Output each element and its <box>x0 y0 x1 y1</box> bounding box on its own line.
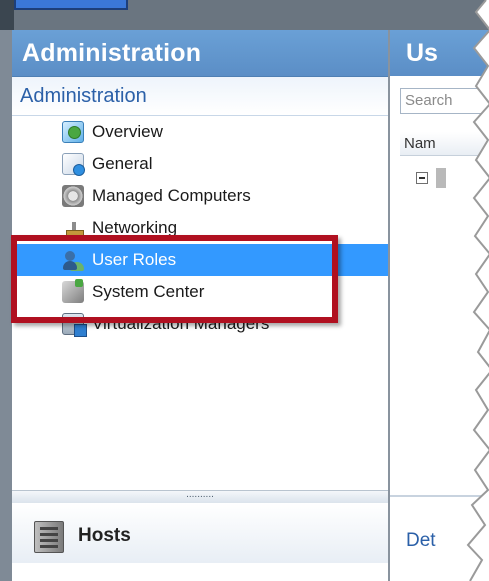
nav-item-virtualization-managers[interactable]: Virtualization Managers <box>12 308 388 340</box>
nav-item-user-roles[interactable]: User Roles <box>12 244 388 276</box>
nav-item-label: General <box>92 154 153 173</box>
nav-item-networking[interactable]: Networking <box>12 212 388 244</box>
general-settings-icon <box>62 153 85 176</box>
nav-item-general[interactable]: General <box>12 148 388 180</box>
nav-item-label: Managed Computers <box>92 186 251 205</box>
nav-item-label: System Center <box>92 282 205 301</box>
managed-computers-icon <box>62 185 84 207</box>
nav-item-managed-computers[interactable]: Managed Computers <box>12 180 388 212</box>
nav-item-label: User Roles <box>92 250 177 269</box>
ribbon-tab-stub[interactable] <box>14 0 128 10</box>
overview-icon <box>62 121 84 143</box>
window-left-frame <box>0 30 12 581</box>
virtualization-managers-icon <box>62 313 87 337</box>
collapse-toggle-icon[interactable] <box>416 172 428 184</box>
administration-panel: Administration Administration Overview G… <box>12 30 390 581</box>
bottom-nav-hosts[interactable]: Hosts <box>12 503 388 563</box>
section-header-administration[interactable]: Administration <box>12 77 388 116</box>
hosts-icon <box>34 521 64 553</box>
nav-item-label: Overview <box>92 122 163 141</box>
window-frame-corner <box>0 0 14 30</box>
user-roles-icon <box>62 249 84 271</box>
nav-item-system-center[interactable]: System Center <box>12 276 388 308</box>
admin-nav-list: Overview General Managed Computers Netwo… <box>12 116 388 340</box>
top-window-bar <box>0 0 489 30</box>
panel-splitter-grip[interactable]: .......... <box>12 490 388 504</box>
nav-item-label: Networking <box>92 218 178 237</box>
nav-item-overview[interactable]: Overview <box>12 116 388 148</box>
system-center-icon <box>62 279 84 303</box>
networking-icon <box>62 217 84 239</box>
panel-header-title: Administration <box>12 30 388 77</box>
torn-edge-decoration <box>466 0 489 581</box>
bottom-nav-label: Hosts <box>78 525 131 546</box>
nav-item-label: Virtualization Managers <box>92 314 270 333</box>
